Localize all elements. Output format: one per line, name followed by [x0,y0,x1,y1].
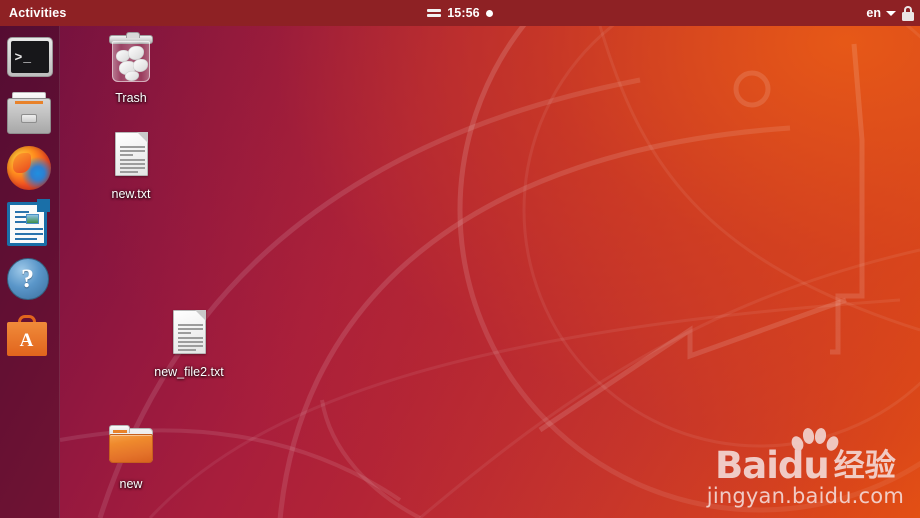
lock-icon [901,5,914,21]
desktop-icon-label: new [119,477,143,491]
text-file-icon [161,306,217,362]
top-panel: Activities 15:56 en [0,0,920,26]
ubuntu-software-icon: A [6,314,47,356]
desktop-icon-new-txt[interactable]: new.txt [88,128,174,201]
baidu-logo: Baidu 经验 [715,427,896,487]
paw-print-icon [789,427,843,453]
desktop-icon-label: new_file2.txt [154,365,224,379]
keyboard-layout-label: en [866,6,881,20]
dock-item-files[interactable] [6,90,53,136]
clock-area[interactable]: 15:56 [0,0,920,26]
dock-item-firefox[interactable] [6,146,53,192]
libreoffice-writer-icon [6,199,50,246]
terminal-prompt: >_ [10,41,49,73]
folder-icon [103,418,159,474]
dock-item-ubuntu-software[interactable]: A [6,314,53,360]
desktop-icon-label: new.txt [111,187,151,201]
chevron-down-icon [886,11,896,16]
dock-item-terminal[interactable]: >_ [6,34,53,80]
desktop-background[interactable]: Trash new.txt new_file2.txt new Baidu 经验… [0,0,920,518]
ubuntu-software-glyph: A [19,330,34,351]
notification-indicator-icon [485,9,493,17]
dock-item-libreoffice-writer[interactable] [6,199,53,248]
firefox-icon [6,146,51,190]
desktop-icon-new-folder[interactable]: new [88,418,174,491]
baidu-wordmark: Baidu [715,444,830,487]
baidu-watermark: Baidu 经验 jingyan.baidu.com [706,427,904,508]
status-menu[interactable]: en [866,0,920,26]
activities-button[interactable]: Activities [0,0,76,26]
baidu-cn-label: 经验 [833,448,896,484]
trash-icon [103,32,159,88]
desktop-icon-new-file2[interactable]: new_file2.txt [146,306,232,379]
text-file-icon [103,128,159,184]
desktop-icon-trash[interactable]: Trash [88,32,174,105]
terminal-icon: >_ [6,37,53,77]
file-manager-icon [6,92,51,134]
desktop-icon-label: Trash [115,91,147,105]
dock: >_ ? A [0,26,60,518]
dock-item-help[interactable]: ? [6,258,53,304]
clock-label: 15:56 [447,6,480,20]
baidu-url: jingyan.baidu.com [706,484,904,508]
calendar-icon [427,9,442,17]
help-icon: ? [6,258,49,300]
